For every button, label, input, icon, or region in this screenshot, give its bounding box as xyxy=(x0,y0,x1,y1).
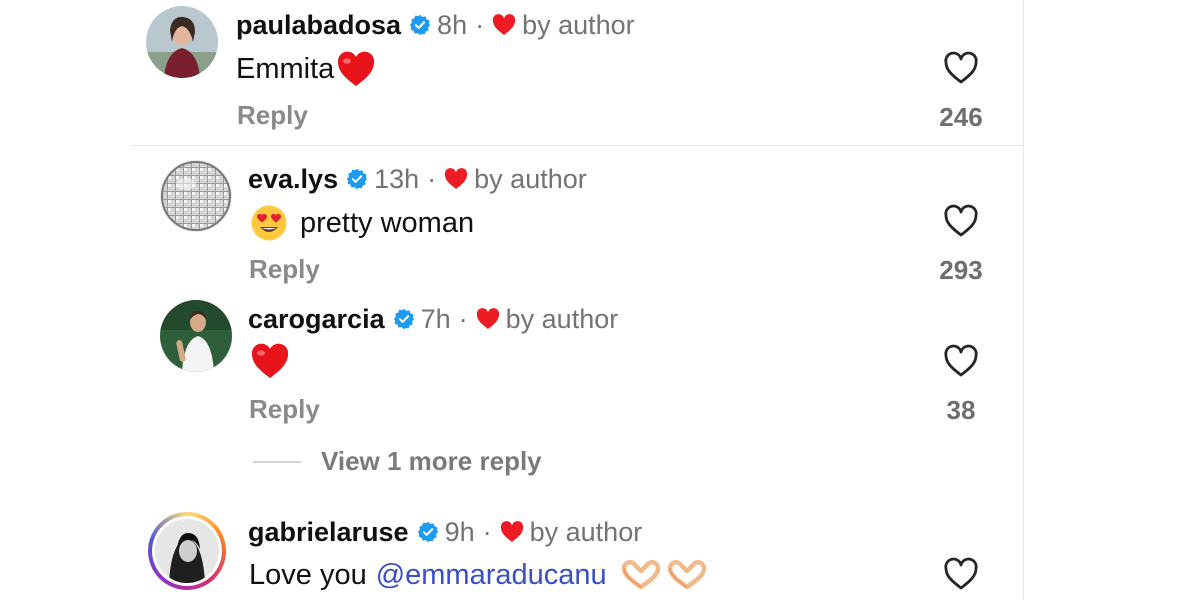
comment-text xyxy=(250,342,290,380)
avatar-gabrielaruse[interactable] xyxy=(148,512,226,590)
avatar-paulabadosa[interactable] xyxy=(146,6,218,78)
liked-by-author-heart-icon xyxy=(476,308,500,330)
view-more-label: View 1 more reply xyxy=(321,446,542,476)
mention-link[interactable]: @emmaraducanu xyxy=(376,557,607,593)
comment-text: Emmita xyxy=(236,50,376,88)
verified-badge-icon xyxy=(417,521,439,543)
view-more-replies-button[interactable]: View 1 more reply xyxy=(253,446,542,477)
reply-button[interactable]: Reply xyxy=(249,254,320,284)
heart-eyes-emoji-icon xyxy=(250,204,288,242)
comment-meta: eva.lys 13h · by author xyxy=(248,163,587,195)
like-count[interactable]: 246 xyxy=(921,102,1001,132)
separator: · xyxy=(458,304,468,334)
username[interactable]: gabrielaruse xyxy=(248,516,409,548)
comment-meta: paulabadosa 8h · by author xyxy=(236,9,635,41)
liked-by-author-heart-icon xyxy=(492,14,516,36)
separator: · xyxy=(482,517,492,547)
red-heart-emoji-icon xyxy=(336,50,376,88)
avatar-carogarcia[interactable] xyxy=(160,300,232,372)
timestamp: 9h xyxy=(444,517,475,547)
heart-hands-emoji-icon xyxy=(621,560,661,590)
username[interactable]: eva.lys xyxy=(248,163,338,195)
reply-button[interactable]: Reply xyxy=(237,100,308,130)
by-author-label: by author xyxy=(474,164,587,194)
comment-meta: carogarcia 7h · by author xyxy=(248,303,618,335)
liked-by-author-heart-icon xyxy=(500,521,524,543)
username[interactable]: paulabadosa xyxy=(236,9,401,41)
avatar-eva-lys[interactable] xyxy=(160,160,232,232)
like-heart-icon[interactable] xyxy=(943,51,979,85)
like-count[interactable]: 293 xyxy=(921,255,1001,285)
timestamp: 13h xyxy=(374,164,420,194)
separator: · xyxy=(475,10,485,40)
comment-meta: gabrielaruse 9h · by author xyxy=(248,516,642,548)
by-author-label: by author xyxy=(529,517,643,547)
timestamp: 8h xyxy=(437,10,468,40)
reply-button[interactable]: Reply xyxy=(249,394,320,424)
verified-badge-icon xyxy=(393,308,415,330)
by-author-label: by author xyxy=(522,10,635,40)
verified-badge-icon xyxy=(346,168,368,190)
verified-badge-icon xyxy=(409,14,431,36)
comment-text: pretty woman xyxy=(250,204,474,242)
red-heart-emoji-icon xyxy=(250,342,290,380)
like-count[interactable]: 38 xyxy=(921,395,1001,425)
liked-by-author-heart-icon xyxy=(444,168,468,190)
comments-panel: paulabadosa 8h · by author Emmita Reply … xyxy=(0,0,1023,600)
view-more-line xyxy=(253,460,301,463)
like-heart-icon[interactable] xyxy=(943,204,979,238)
like-heart-icon[interactable] xyxy=(943,557,979,591)
timestamp: 7h xyxy=(420,304,451,334)
by-author-label: by author xyxy=(505,304,619,334)
comment-body: pretty woman xyxy=(300,207,475,239)
username[interactable]: carogarcia xyxy=(248,303,385,335)
comment-body: Love you xyxy=(249,559,367,591)
divider xyxy=(132,145,1023,146)
comment-text: Love you @emmaraducanu xyxy=(249,557,707,593)
right-gutter xyxy=(1023,0,1200,600)
like-heart-icon[interactable] xyxy=(943,344,979,378)
comment-body: Emmita xyxy=(236,53,335,85)
separator: · xyxy=(427,164,437,194)
heart-hands-emoji-icon xyxy=(667,560,707,590)
